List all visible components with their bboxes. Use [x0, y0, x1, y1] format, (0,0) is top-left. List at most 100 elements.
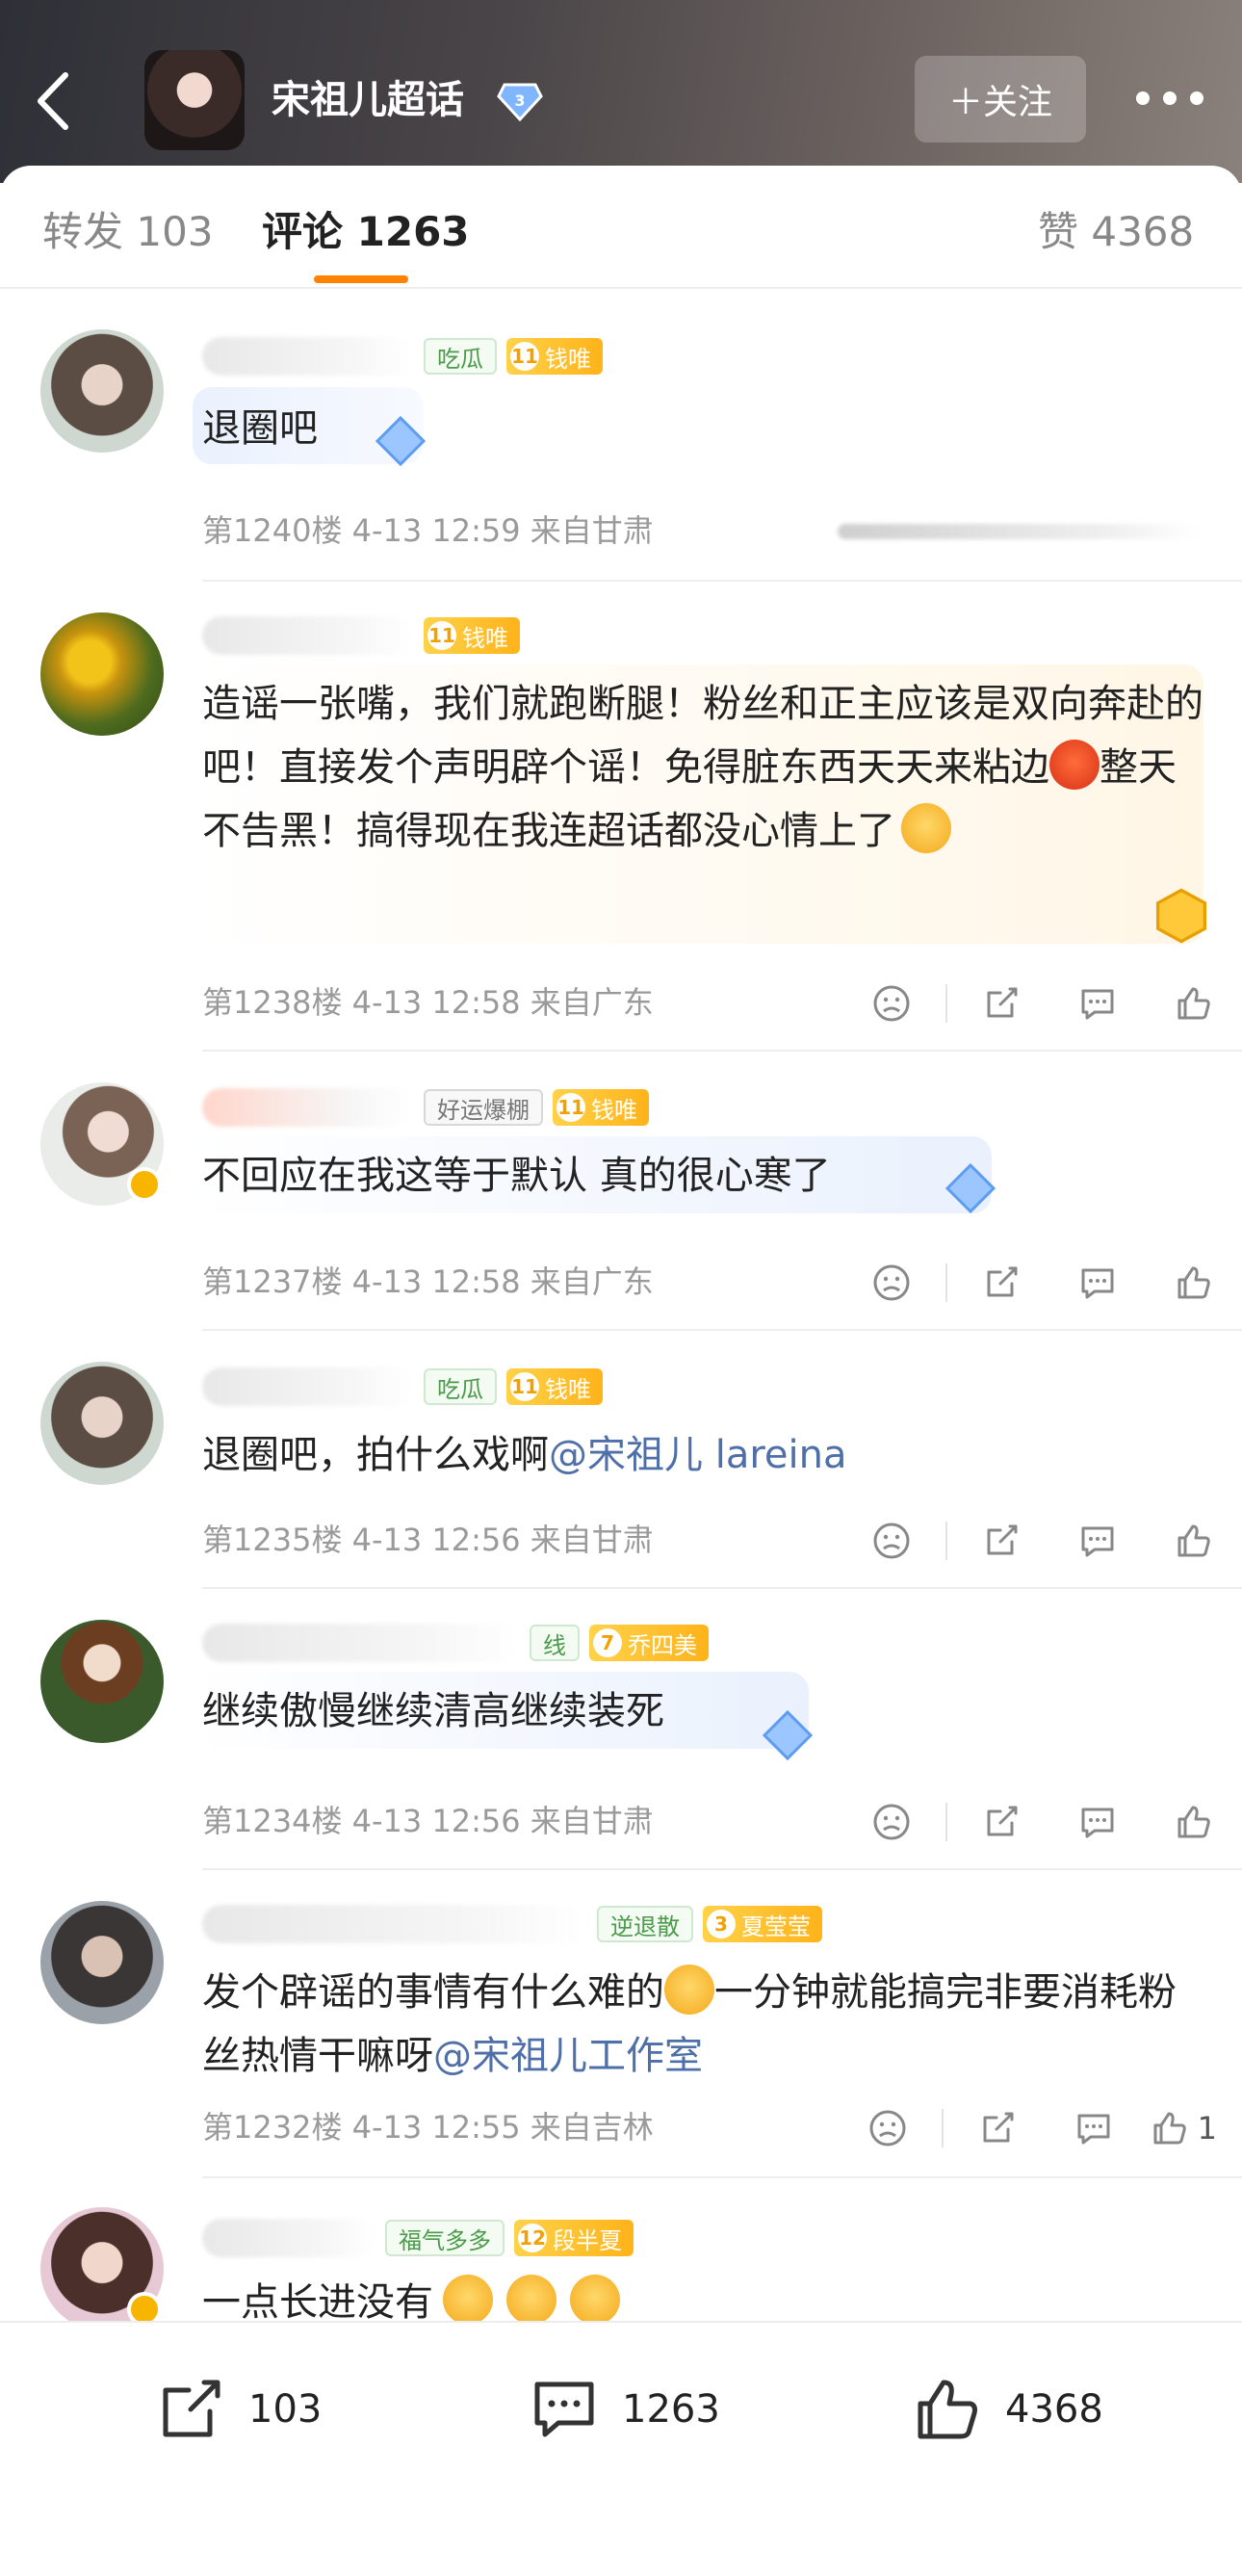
comment-actions [843, 1795, 1242, 1849]
diamond-decoration-icon [375, 415, 427, 467]
reply-button[interactable] [1049, 1514, 1146, 1568]
share-button[interactable] [953, 976, 1049, 1030]
avatar[interactable] [40, 1362, 164, 1485]
repost-count: 103 [248, 2387, 323, 2432]
comment-text: 不回应在我这等于默认 真的很心寒了 [202, 1154, 831, 1198]
speechless-emoji-icon [570, 2275, 620, 2325]
comment-meta: 第1232楼 4-13 12:55 来自吉林 [202, 2109, 654, 2146]
level-badge: 11 钱唯 [506, 1368, 603, 1405]
tab-likes[interactable]: 赞 4368 [1038, 204, 1194, 260]
svg-text:3: 3 [514, 91, 525, 110]
like-count: 4368 [1005, 2387, 1103, 2432]
frown-icon [873, 1522, 910, 1559]
back-icon[interactable] [31, 67, 77, 135]
level-badge: 11 钱唯 [424, 617, 520, 654]
like-count: 1 [1197, 2110, 1217, 2147]
avatar[interactable] [40, 329, 164, 453]
speechless-emoji-icon [443, 2275, 493, 2325]
fan-tag: 逆退散 [597, 1906, 693, 1942]
mention-link[interactable]: @宋祖儿 lareina [549, 1433, 847, 1477]
comment-icon [1081, 1808, 1114, 1838]
mention-link[interactable]: @宋祖儿工作室 [433, 2034, 703, 2078]
fan-tag: 线 [530, 1625, 580, 1661]
comment-text: 退圈吧，拍什么戏啊@宋祖儿 lareina [202, 1433, 847, 1477]
comment-meta: 第1235楼 4-13 12:56 来自甘肃 [202, 1522, 654, 1558]
reply-button[interactable] [1046, 2101, 1142, 2155]
share-icon [987, 987, 1018, 1018]
share-icon [983, 2112, 1014, 2143]
fan-tag: 福气多多 [385, 2220, 505, 2256]
level-badge: 7 乔四美 [589, 1625, 709, 1661]
thumbs-up-icon [1177, 1806, 1210, 1838]
reply-button[interactable] [1049, 1795, 1146, 1849]
supertopic-avatar[interactable] [144, 50, 245, 150]
username-blurred[interactable] [202, 2219, 375, 2257]
reply-button[interactable] [1049, 1256, 1146, 1310]
tab-comments[interactable]: 评论 1263 [262, 204, 470, 260]
thumbs-up-icon [1177, 1266, 1210, 1299]
divider [202, 580, 1242, 582]
separator [941, 2109, 944, 2147]
dislike-button[interactable] [843, 1795, 940, 1849]
like-button[interactable] [1146, 1514, 1242, 1568]
avatar[interactable] [40, 612, 164, 736]
frown-icon [873, 1804, 910, 1840]
like-button[interactable] [1146, 976, 1242, 1030]
like-button[interactable]: 1 [1142, 2101, 1225, 2155]
like-button[interactable]: 4368 [911, 2361, 1103, 2458]
fan-tag: 吃瓜 [424, 338, 497, 375]
username-blurred[interactable] [202, 616, 414, 655]
dislike-button[interactable] [843, 1514, 940, 1568]
repost-button[interactable]: 103 [154, 2361, 322, 2458]
page-title: 宋祖儿超话 [272, 78, 464, 122]
username-blurred[interactable] [202, 1905, 587, 1943]
comment-text: 继续傲慢继续清高继续装死 [202, 1689, 664, 1733]
active-tab-indicator [314, 275, 408, 283]
reply-button[interactable] [1049, 976, 1146, 1030]
username-blurred[interactable] [202, 1367, 414, 1406]
sweat-emoji-icon [664, 1965, 714, 2015]
dislike-button[interactable] [840, 2101, 936, 2155]
share-button[interactable] [949, 2101, 1046, 2155]
share-button[interactable] [953, 1795, 1049, 1849]
comment-name-row: 福气多多 12 段半夏 [202, 2213, 634, 2263]
more-icon[interactable] [1136, 77, 1203, 119]
comment-text: 发个辟谣的事情有什么难的 一分钟就能搞完非要消耗粉丝热情干嘛呀@宋祖儿工作室 [202, 1961, 1203, 2088]
separator [945, 1522, 947, 1560]
dislike-button[interactable] [843, 976, 940, 1030]
fan-tag: 好运爆棚 [424, 1089, 543, 1126]
comment-actions: 1 [840, 2101, 1225, 2155]
comment-meta: 第1237楼 4-13 12:58 来自广东 [202, 1263, 654, 1300]
like-button[interactable] [1146, 1795, 1242, 1849]
comment-actions [843, 1514, 1242, 1568]
dislike-button[interactable] [843, 1256, 940, 1310]
like-button[interactable] [1146, 1256, 1242, 1310]
follow-button[interactable]: ＋关注 [915, 56, 1086, 143]
divider [202, 1329, 1242, 1331]
tab-repost[interactable]: 转发 103 [42, 204, 214, 260]
frown-icon [873, 985, 910, 1022]
diamond-decoration-icon [944, 1162, 996, 1214]
comment-name-row: 吃瓜 11 钱唯 [202, 331, 603, 381]
comment-button[interactable]: 1263 [528, 2361, 720, 2458]
avatar[interactable] [40, 1901, 164, 2024]
comment-name-row: 11 钱唯 [202, 611, 520, 661]
crying-emoji-icon [901, 803, 951, 853]
diamond-badge-icon: 3 [497, 81, 543, 122]
username-blurred[interactable] [202, 337, 414, 376]
share-button[interactable] [953, 1256, 1049, 1310]
separator [945, 1803, 947, 1841]
avatar[interactable] [40, 1620, 164, 1743]
comment-icon [1081, 1268, 1114, 1299]
thumbs-up-icon [1153, 2112, 1186, 2145]
comment-icon [1077, 2114, 1110, 2145]
thumbs-up-icon [918, 2380, 977, 2439]
username-blurred[interactable] [202, 1088, 414, 1127]
share-button[interactable] [953, 1514, 1049, 1568]
frown-icon [869, 2110, 906, 2147]
comment-meta: 第1240楼 4-13 12:59 来自甘肃 [202, 512, 654, 549]
comment-name-row: 线 7 乔四美 [202, 1618, 709, 1668]
comment-name-row: 逆退散 3 夏莹莹 [202, 1899, 822, 1949]
username-blurred[interactable] [202, 1624, 520, 1662]
verified-badge-icon [127, 1167, 162, 1202]
